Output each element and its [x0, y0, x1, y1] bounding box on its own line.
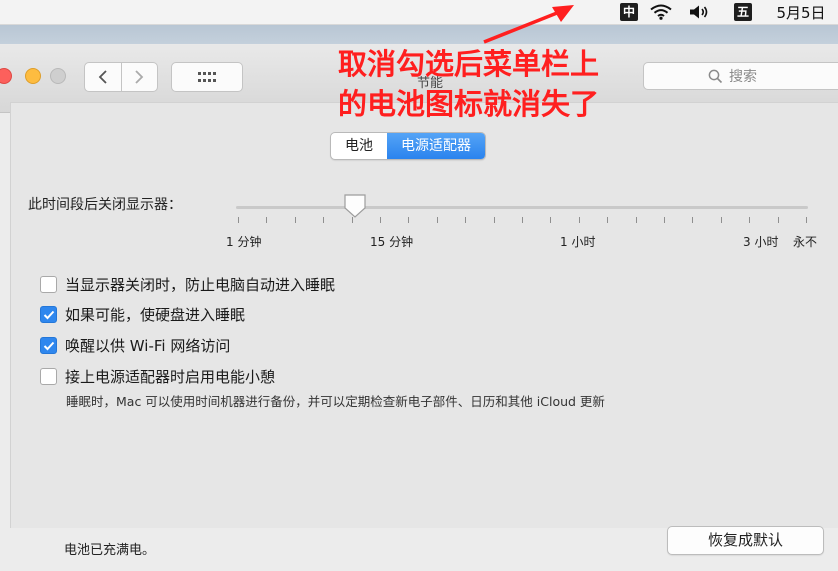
show-all-button[interactable]: [171, 62, 243, 92]
slider-tick: [777, 217, 779, 223]
back-icon: [98, 70, 107, 84]
tab-battery[interactable]: 电池: [331, 133, 387, 159]
slider-tick: [493, 217, 495, 223]
slider-tick: [578, 217, 580, 223]
restore-defaults-button[interactable]: 恢复成默认: [667, 526, 824, 555]
slider-tick: [238, 217, 239, 223]
option-label: 如果可能，使硬盘进入睡眠: [65, 306, 246, 324]
slider-tick: [635, 217, 637, 223]
slider-tick: [408, 217, 410, 223]
forward-button[interactable]: [120, 63, 158, 91]
slider-tick: [522, 217, 523, 223]
power-source-tabs: 电池 电源适配器: [330, 132, 486, 160]
option-power-nap[interactable]: 接上电源适配器时启用电能小憩: [40, 366, 275, 387]
checkmark-icon: [43, 310, 54, 319]
forward-icon: [135, 70, 144, 84]
minimize-button[interactable]: [25, 68, 41, 84]
input-method-icon[interactable]: 中: [618, 0, 640, 24]
tick-label-3hours: 3 小时: [743, 235, 779, 249]
slider-tick: [294, 217, 296, 223]
slider-tick: [806, 217, 807, 223]
tab-power-adapter[interactable]: 电源适配器: [387, 133, 485, 159]
grid-icon: [198, 72, 216, 82]
calendar-badge: 五: [734, 3, 752, 21]
close-button[interactable]: [0, 68, 12, 84]
slider-tick: [550, 217, 552, 223]
calendar-icon[interactable]: 五: [732, 0, 754, 24]
search-field[interactable]: 搜索: [643, 62, 838, 90]
slider-tick: [436, 217, 438, 223]
wifi-icon[interactable]: [648, 0, 674, 24]
tick-label-1min: 1 分钟: [226, 235, 262, 249]
checkbox-disk-sleep[interactable]: [40, 306, 57, 323]
slider-tick: [607, 217, 609, 223]
search-icon: [708, 69, 723, 83]
display-sleep-label: 此时间段后关闭显示器：: [28, 197, 182, 213]
nav-button-group: [84, 62, 158, 92]
annotation-line-1: 取消勾选后菜单栏上: [338, 47, 600, 81]
option-label: 接上电源适配器时启用电能小憩: [65, 368, 276, 386]
slider-tick: [664, 217, 665, 223]
tick-label-15min: 15 分钟: [370, 235, 414, 249]
battery-status: 电池已充满电。: [64, 543, 156, 558]
tick-label-never: 永不: [793, 235, 818, 249]
slider-thumb[interactable]: [343, 193, 367, 223]
option-prevent-sleep[interactable]: 当显示器关闭时，防止电脑自动进入睡眠: [40, 274, 335, 295]
annotation-line-2: 的电池图标就消失了: [338, 87, 600, 121]
date-label: 5月5日: [776, 3, 826, 22]
search-placeholder: 搜索: [729, 69, 757, 85]
annotation-text: 取消勾选后菜单栏上 的电池图标就消失了: [338, 44, 638, 124]
annotation-arrow-icon: [483, 5, 574, 44]
option-wifi-wake[interactable]: 唤醒以供 Wi-Fi 网络访问: [40, 335, 230, 356]
zoom-button[interactable]: [50, 68, 66, 84]
option-label: 当显示器关闭时，防止电脑自动进入睡眠: [65, 276, 336, 294]
back-button[interactable]: [85, 63, 121, 91]
tick-label-1hour: 1 小时: [560, 235, 596, 249]
display-sleep-slider[interactable]: [236, 206, 808, 209]
checkbox-power-nap[interactable]: [40, 368, 57, 385]
menu-bar: 中 五 5月5日: [0, 0, 838, 25]
checkmark-icon: [43, 341, 54, 350]
checkbox-prevent-sleep[interactable]: [40, 276, 57, 293]
slider-tick: [720, 217, 722, 223]
option-disk-sleep[interactable]: 如果可能，使硬盘进入睡眠: [40, 304, 245, 325]
input-method-badge: 中: [620, 3, 638, 21]
volume-icon[interactable]: [686, 0, 712, 24]
slider-tick: [323, 217, 325, 223]
slider-tick: [266, 217, 268, 223]
option-label: 唤醒以供 Wi-Fi 网络访问: [65, 337, 231, 355]
slider-tick: [465, 217, 467, 223]
power-nap-note: 睡眠时，Mac 可以使用时间机器进行备份，并可以定期检查新电子部件、日历和其他 …: [66, 394, 605, 409]
slider-tick: [380, 217, 381, 223]
slider-tick: [692, 217, 694, 223]
menubar-date[interactable]: 5月5日: [770, 0, 832, 24]
checkbox-wifi-wake[interactable]: [40, 337, 57, 354]
slider-tick: [749, 217, 751, 223]
